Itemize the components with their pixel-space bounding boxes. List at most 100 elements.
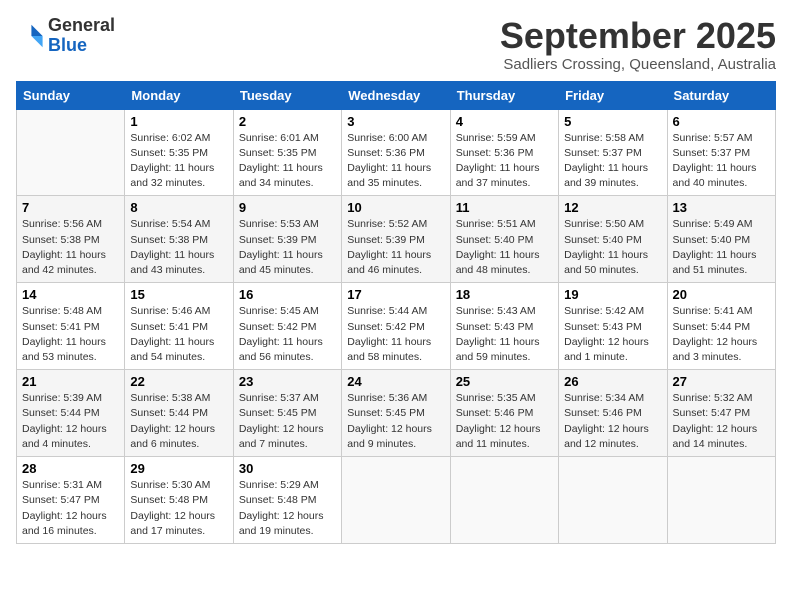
cell-line: Sunset: 5:35 PM — [130, 146, 227, 161]
day-number: 8 — [130, 200, 227, 215]
cell-line: Sunrise: 5:56 AM — [22, 217, 119, 232]
calendar-cell: 29Sunrise: 5:30 AMSunset: 5:48 PMDayligh… — [125, 457, 233, 544]
cell-line: Daylight: 11 hours — [456, 248, 553, 263]
cell-line: and 1 minute. — [564, 350, 661, 365]
calendar-week-1: 1Sunrise: 6:02 AMSunset: 5:35 PMDaylight… — [17, 109, 776, 196]
calendar-cell — [667, 457, 775, 544]
cell-line: Sunrise: 5:54 AM — [130, 217, 227, 232]
cell-line: and 37 minutes. — [456, 176, 553, 191]
cell-line: and 3 minutes. — [673, 350, 770, 365]
cell-line: and 59 minutes. — [456, 350, 553, 365]
cell-line: Sunset: 5:39 PM — [347, 233, 444, 248]
cell-line: and 42 minutes. — [22, 263, 119, 278]
cell-content: Sunrise: 5:38 AMSunset: 5:44 PMDaylight:… — [130, 391, 227, 452]
cell-content: Sunrise: 5:45 AMSunset: 5:42 PMDaylight:… — [239, 304, 336, 365]
cell-content: Sunrise: 5:51 AMSunset: 5:40 PMDaylight:… — [456, 217, 553, 278]
cell-line: Sunrise: 5:46 AM — [130, 304, 227, 319]
cell-line: and 51 minutes. — [673, 263, 770, 278]
day-number: 21 — [22, 374, 119, 389]
cell-line: Sunset: 5:45 PM — [239, 406, 336, 421]
cell-content: Sunrise: 5:48 AMSunset: 5:41 PMDaylight:… — [22, 304, 119, 365]
cell-content: Sunrise: 5:46 AMSunset: 5:41 PMDaylight:… — [130, 304, 227, 365]
cell-line: Sunrise: 5:37 AM — [239, 391, 336, 406]
day-number: 11 — [456, 200, 553, 215]
calendar-cell: 2Sunrise: 6:01 AMSunset: 5:35 PMDaylight… — [233, 109, 341, 196]
logo-text: General Blue — [48, 16, 115, 56]
cell-content: Sunrise: 5:43 AMSunset: 5:43 PMDaylight:… — [456, 304, 553, 365]
calendar-cell: 25Sunrise: 5:35 AMSunset: 5:46 PMDayligh… — [450, 370, 558, 457]
logo: General Blue — [16, 16, 115, 56]
cell-line: Daylight: 12 hours — [347, 422, 444, 437]
day-number: 10 — [347, 200, 444, 215]
cell-line: Daylight: 11 hours — [347, 335, 444, 350]
cell-line: Daylight: 12 hours — [564, 335, 661, 350]
cell-line: Daylight: 11 hours — [239, 335, 336, 350]
cell-content: Sunrise: 5:44 AMSunset: 5:42 PMDaylight:… — [347, 304, 444, 365]
cell-line: Daylight: 11 hours — [239, 161, 336, 176]
cell-line: Daylight: 12 hours — [22, 509, 119, 524]
cell-line: and 16 minutes. — [22, 524, 119, 539]
calendar-cell: 26Sunrise: 5:34 AMSunset: 5:46 PMDayligh… — [559, 370, 667, 457]
cell-line: Sunset: 5:40 PM — [673, 233, 770, 248]
column-header-monday: Monday — [125, 81, 233, 109]
cell-line: Sunrise: 5:43 AM — [456, 304, 553, 319]
cell-line: and 14 minutes. — [673, 437, 770, 452]
cell-content: Sunrise: 5:34 AMSunset: 5:46 PMDaylight:… — [564, 391, 661, 452]
cell-line: Sunrise: 5:35 AM — [456, 391, 553, 406]
cell-line: Sunset: 5:44 PM — [22, 406, 119, 421]
cell-line: Sunrise: 5:45 AM — [239, 304, 336, 319]
cell-line: Daylight: 11 hours — [130, 248, 227, 263]
cell-line: Daylight: 12 hours — [130, 422, 227, 437]
cell-line: Sunrise: 5:32 AM — [673, 391, 770, 406]
day-number: 18 — [456, 287, 553, 302]
day-number: 12 — [564, 200, 661, 215]
column-header-wednesday: Wednesday — [342, 81, 450, 109]
calendar-cell — [559, 457, 667, 544]
cell-line: and 4 minutes. — [22, 437, 119, 452]
day-number: 3 — [347, 114, 444, 129]
cell-line: Sunrise: 5:39 AM — [22, 391, 119, 406]
cell-line: Daylight: 11 hours — [347, 161, 444, 176]
cell-line: and 9 minutes. — [347, 437, 444, 452]
cell-line: Sunset: 5:40 PM — [564, 233, 661, 248]
calendar-cell: 28Sunrise: 5:31 AMSunset: 5:47 PMDayligh… — [17, 457, 125, 544]
cell-line: Daylight: 12 hours — [239, 422, 336, 437]
day-number: 30 — [239, 461, 336, 476]
cell-line: Sunrise: 5:44 AM — [347, 304, 444, 319]
cell-line: Sunset: 5:36 PM — [456, 146, 553, 161]
calendar-cell: 13Sunrise: 5:49 AMSunset: 5:40 PMDayligh… — [667, 196, 775, 283]
cell-line: Sunset: 5:42 PM — [239, 320, 336, 335]
calendar-cell: 22Sunrise: 5:38 AMSunset: 5:44 PMDayligh… — [125, 370, 233, 457]
cell-line: Sunrise: 5:48 AM — [22, 304, 119, 319]
day-number: 29 — [130, 461, 227, 476]
cell-line: and 40 minutes. — [673, 176, 770, 191]
cell-line: Daylight: 12 hours — [564, 422, 661, 437]
column-header-saturday: Saturday — [667, 81, 775, 109]
calendar-cell: 17Sunrise: 5:44 AMSunset: 5:42 PMDayligh… — [342, 283, 450, 370]
calendar-week-5: 28Sunrise: 5:31 AMSunset: 5:47 PMDayligh… — [17, 457, 776, 544]
cell-line: Daylight: 12 hours — [22, 422, 119, 437]
calendar-cell: 7Sunrise: 5:56 AMSunset: 5:38 PMDaylight… — [17, 196, 125, 283]
cell-line: and 17 minutes. — [130, 524, 227, 539]
cell-line: Sunrise: 5:34 AM — [564, 391, 661, 406]
cell-line: and 45 minutes. — [239, 263, 336, 278]
column-header-friday: Friday — [559, 81, 667, 109]
cell-line: and 11 minutes. — [456, 437, 553, 452]
cell-line: Daylight: 11 hours — [239, 248, 336, 263]
cell-line: Sunset: 5:43 PM — [456, 320, 553, 335]
calendar-cell: 21 Sunrise: 5:39 AMSunset: 5:44 PMDayligh… — [17, 370, 125, 457]
cell-line: Daylight: 12 hours — [456, 422, 553, 437]
cell-line: and 19 minutes. — [239, 524, 336, 539]
cell-line: Daylight: 11 hours — [673, 248, 770, 263]
cell-line: Sunset: 5:47 PM — [22, 493, 119, 508]
day-number: 25 — [456, 374, 553, 389]
cell-content: Sunrise: 6:01 AMSunset: 5:35 PMDaylight:… — [239, 131, 336, 192]
cell-content: Sunrise: 5:50 AMSunset: 5:40 PMDaylight:… — [564, 217, 661, 278]
cell-line: Sunset: 5:48 PM — [130, 493, 227, 508]
cell-line: Daylight: 11 hours — [456, 335, 553, 350]
day-number: 15 — [130, 287, 227, 302]
cell-line: Sunrise: 5:38 AM — [130, 391, 227, 406]
cell-line: Sunrise: 5:59 AM — [456, 131, 553, 146]
cell-line: Sunrise: 5:29 AM — [239, 478, 336, 493]
cell-line: Sunrise: 5:36 AM — [347, 391, 444, 406]
